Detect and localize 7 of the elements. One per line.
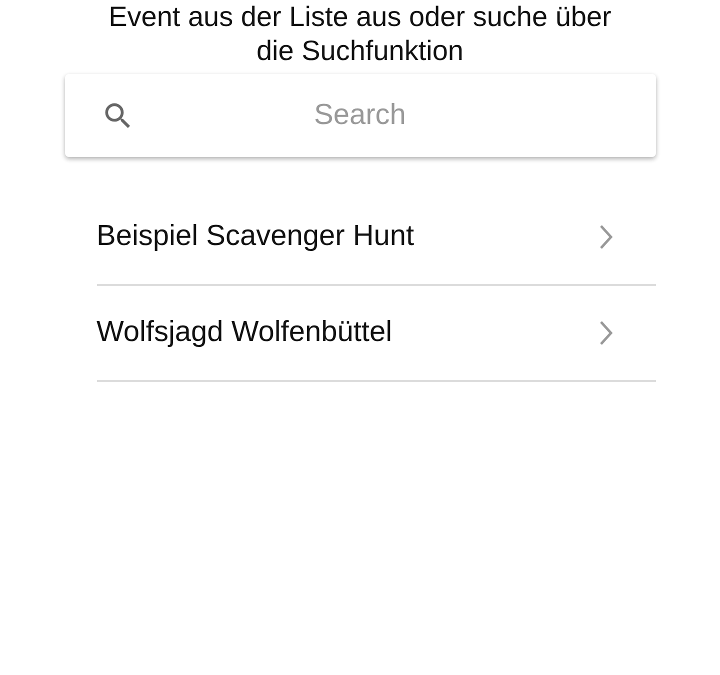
event-list-item[interactable]: Wolfsjagd Wolfenbüttel <box>96 286 656 382</box>
chevron-right-icon <box>598 319 614 347</box>
search-field[interactable]: Search <box>64 74 656 157</box>
instruction-text: Event aus der Liste aus oder suche über <box>108 0 612 34</box>
chevron-right-icon <box>598 223 614 251</box>
instruction-text: die Suchfunktion <box>256 34 464 68</box>
event-list-item[interactable]: Beispiel Scavenger Hunt <box>96 190 656 286</box>
